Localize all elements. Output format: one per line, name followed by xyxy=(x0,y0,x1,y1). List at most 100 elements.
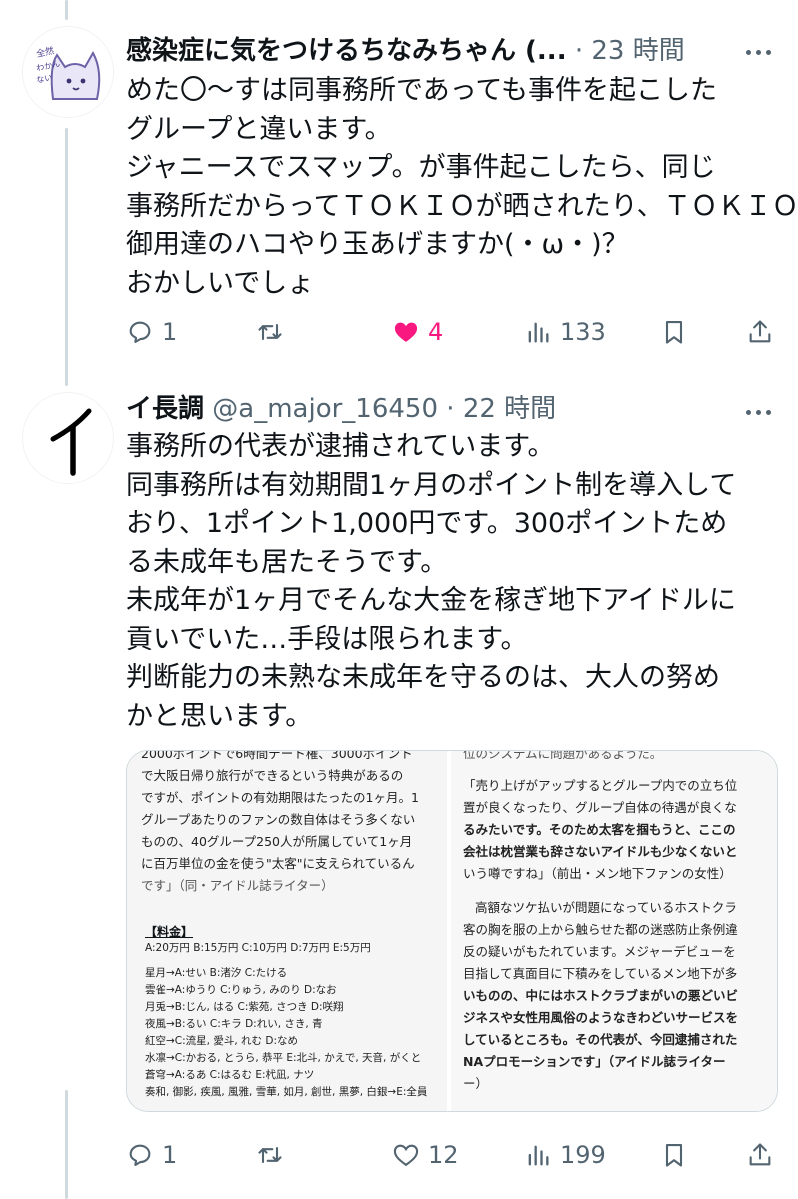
heart-icon xyxy=(393,1144,419,1167)
user-handle[interactable]: @a_major_16450 xyxy=(212,392,438,426)
avatar[interactable] xyxy=(22,392,114,484)
bookmark-button[interactable] xyxy=(660,1135,688,1175)
bookmark-icon xyxy=(665,321,683,344)
share-icon xyxy=(749,320,771,343)
repost-icon xyxy=(258,1146,282,1164)
like-count: 4 xyxy=(428,318,444,346)
price-row: 星月→A:せい B:渚汐 C:たける xyxy=(145,967,288,979)
article-line: ですが、ポイントの有効期限はたったの1ヶ月。1 xyxy=(141,790,419,805)
article-line: で大阪日帰り旅行ができるという特典があるの xyxy=(141,768,404,783)
separator-dot: · xyxy=(438,394,463,424)
article-text-left: 2000ポイントで6時間デート権、3000ポイント で大阪日帰り旅行ができるとい… xyxy=(127,751,447,897)
article-line: ー） xyxy=(463,1076,489,1091)
tweet-line: 同事務所は有効期間1ヶ月のポイント制を導入して xyxy=(126,469,737,501)
reply-icon xyxy=(129,321,151,343)
price-row: 奏和, 御影, 疾風, 風雅, 雪華, 如月, 創世, 黒夢, 白銀→E:全員 xyxy=(145,1086,428,1098)
tweet-text: 事務所の代表が逮捕されています。 同事務所は有効期間1ヶ月のポイント制を導入して… xyxy=(126,428,766,736)
tweet-line: る未成年も居たそうです。 xyxy=(126,546,448,578)
tweet-line: 判断能力の未熟な未成年を守るのは、大人の努め xyxy=(126,662,720,693)
katakana-i-avatar-icon xyxy=(23,393,113,483)
tweet-line: おかしいでしょ xyxy=(126,267,315,299)
display-name[interactable]: イ長調 xyxy=(126,392,204,426)
article-line: です」（同・アイドル誌ライター） xyxy=(141,878,334,893)
display-name[interactable]: 感染症に気をつけるちなみちゃん (... xyxy=(126,34,567,68)
tweet-line: 事務所の代表が逮捕されています。 xyxy=(126,431,555,462)
article-line: 「売り上げがアップするとグループ内での立ち位 xyxy=(463,778,738,793)
article-line: 2000ポイントで6時間デート権、3000ポイント xyxy=(141,751,413,761)
views-button[interactable]: 133 xyxy=(524,312,606,352)
reply-count: 1 xyxy=(162,318,178,346)
article-line: 置が良くなったり、グループ自体の待遇が良くな xyxy=(463,800,737,815)
views-chart-icon xyxy=(528,322,549,343)
reply-button[interactable]: 1 xyxy=(126,312,177,352)
tweet-header: イ長調 @a_major_16450 · 22 時間 xyxy=(126,392,556,426)
price-row: 月兎→B:じん, はる C:紫苑, さつき D:咲翔 xyxy=(145,1001,344,1013)
heart-filled-icon xyxy=(394,322,418,342)
like-button[interactable]: 4 xyxy=(392,312,443,352)
action-bar: 1 4 133 xyxy=(0,312,798,352)
repost-button[interactable] xyxy=(256,1135,284,1175)
tweet-header: 感染症に気をつけるちなみちゃん (... · 23 時間 xyxy=(126,34,685,68)
separator-dot: · xyxy=(566,36,592,66)
article-line: に百万単位の金を使う"太客"に支えられているん xyxy=(141,856,415,871)
tweet-line: グループと違います。 xyxy=(126,113,392,145)
tweet-2[interactable]: イ長調 @a_major_16450 · 22 時間 事務所の代表が逮捕されてい… xyxy=(0,380,798,1199)
article-line: るみたいです。そのため太客を掴もうと、ここの xyxy=(463,822,736,837)
views-button[interactable]: 199 xyxy=(524,1135,606,1175)
like-count: 12 xyxy=(428,1141,459,1169)
like-button[interactable]: 12 xyxy=(392,1135,459,1175)
timestamp[interactable]: 23 時間 xyxy=(591,34,684,68)
reply-icon xyxy=(129,1144,151,1166)
article-line: NAプロモーションです」（アイドル誌ライター xyxy=(463,1054,726,1069)
views-count: 133 xyxy=(560,318,606,346)
price-table-title: 【料金】 xyxy=(145,925,194,939)
cat-avatar-icon: 全然 わかん ない xyxy=(23,27,113,117)
article-line: 会社は枕営業も辞さないアイドルも少なくないと xyxy=(463,844,738,859)
price-row: 夜風→B:るい C:キラ D:れい, さき, 青 xyxy=(145,1018,323,1030)
article-line: 位のシステムに問題があるようだ。 xyxy=(463,751,663,761)
more-options-icon[interactable] xyxy=(740,402,776,422)
price-row: 水凛→C:かおる, とうら, 恭平 E:北斗, かえで, 天音, がくと xyxy=(145,1052,422,1064)
article-line: しているところも。その代表が、今回逮捕された xyxy=(463,1032,738,1047)
tweet-line: ジャニースでスマップ。が事件起こしたら、同じ xyxy=(126,152,716,183)
article-line: グループあたりのファンの数自体はそう多くない xyxy=(141,812,416,827)
article-line xyxy=(463,765,767,775)
more-options-icon[interactable] xyxy=(740,42,776,62)
timestamp[interactable]: 22 時間 xyxy=(463,392,556,426)
article-line: 目指して真面目に下積みをしているメン地下が多 xyxy=(463,966,738,981)
article-line: 反の疑いがもたれています。メジャーデビューを xyxy=(463,944,736,959)
price-row: 雲雀→A:ゆうり C:りゅう, みのり D:なお xyxy=(145,984,337,996)
avatar[interactable]: 全然 わかん ない xyxy=(22,26,114,118)
article-text-right: 位のシステムに問題があるようだ。 「売り上げがアップするとグループ内での立ち位 … xyxy=(451,751,777,1095)
bookmark-button[interactable] xyxy=(660,312,688,352)
repost-icon xyxy=(258,323,282,341)
tweet-line: 事務所だからってＴＯＫＩＯが晒されたり、ＴＯＫＩＯ xyxy=(126,190,798,222)
repost-button[interactable] xyxy=(256,312,284,352)
share-button[interactable] xyxy=(746,1135,774,1175)
tweet-line: 御用達のハコやり玉あげますか(・ω・)？ xyxy=(126,229,629,260)
reply-count: 1 xyxy=(162,1141,178,1169)
share-icon xyxy=(749,1143,771,1166)
media-image-right[interactable]: 位のシステムに問題があるようだ。 「売り上げがアップするとグループ内での立ち位 … xyxy=(451,751,777,1111)
media-image-left[interactable]: 2000ポイントで6時間デート権、3000ポイント で大阪日帰り旅行ができるとい… xyxy=(127,751,447,1111)
article-line xyxy=(463,885,767,897)
tweet-line: 貢いでいた…手段は限られます。 xyxy=(126,623,528,655)
views-count: 199 xyxy=(560,1141,606,1169)
tweet-1[interactable]: 全然 わかん ない 感染症に気をつけるちなみちゃん (... · 23 時間 め… xyxy=(0,0,798,380)
price-row: A:20万円 B:15万円 C:10万円 D:7万円 E:5万円 xyxy=(145,942,371,954)
article-line: ものの、40グループ250人が所属していて1ヶ月 xyxy=(141,834,413,849)
article-line: いものの、中にはホストクラブまがいの悪どいビ xyxy=(463,988,739,1003)
tweet-line: かと思います。 xyxy=(126,700,313,732)
media-attachment[interactable]: 2000ポイントで6時間デート権、3000ポイント で大阪日帰り旅行ができるとい… xyxy=(126,750,778,1112)
tweet-line: めた〇〜すは同事務所であっても事件を起こした xyxy=(126,75,718,106)
price-row: 蒼穹→A:るあ C:はるむ E:杙凪, ナツ xyxy=(145,1069,315,1081)
tweet-line: おり、1ポイント1,000円です。300ポイントため xyxy=(126,508,728,539)
price-row: 紅空→C:流星, 愛斗, れむ D:なめ xyxy=(145,1035,298,1047)
action-bar: 1 12 199 xyxy=(0,1135,798,1175)
reply-button[interactable]: 1 xyxy=(126,1135,177,1175)
article-line: 客の胸を服の上から触らせた都の迷惑防止条例違 xyxy=(463,922,738,937)
article-line: いう噂ですね」（前出・メン地下ファンの女性） xyxy=(463,866,732,881)
tweet-text: めた〇〜すは同事務所であっても事件を起こした グループと違います。 ジャニースで… xyxy=(126,72,798,303)
article-line: ジネスや女性用風俗のようなきわどいサービスを xyxy=(463,1010,739,1025)
share-button[interactable] xyxy=(746,312,774,352)
